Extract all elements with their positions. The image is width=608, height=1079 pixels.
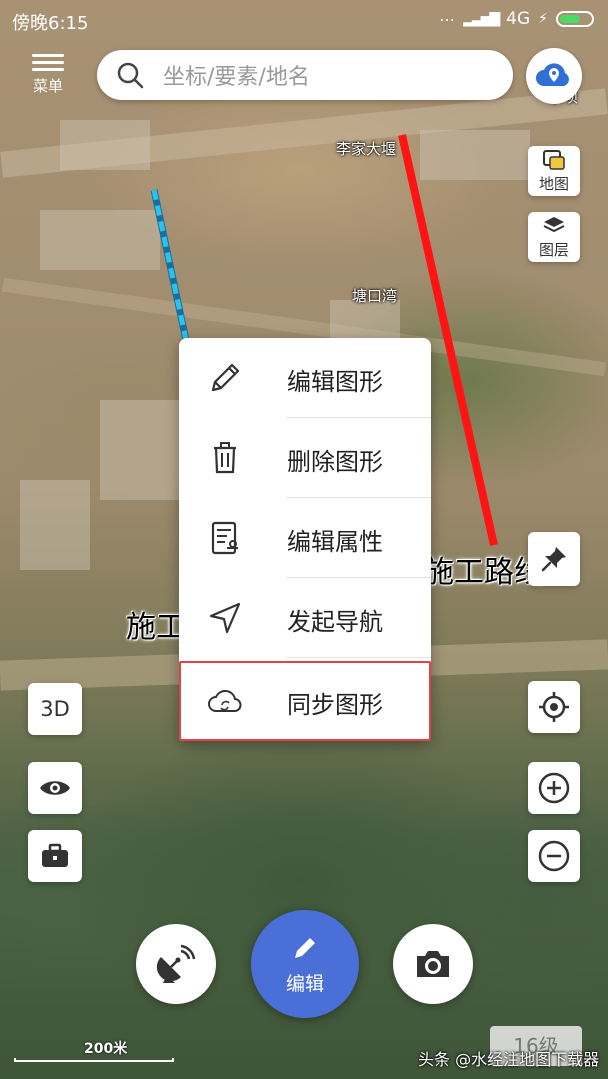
battery-icon (556, 11, 594, 27)
charging-icon: ⚡ (538, 11, 548, 27)
attribute-list-icon (211, 521, 238, 555)
layers-icon (543, 216, 565, 232)
shape-context-menu: 编辑图形 删除图形 编辑属性 发起导航 同步图形 (179, 338, 431, 741)
layers-label: 图层 (538, 240, 569, 259)
cloud-sync-icon (208, 689, 242, 712)
status-time: 傍晚6:15 (12, 13, 89, 34)
divider (286, 657, 431, 658)
menu-button[interactable]: 菜单 (26, 50, 70, 100)
watermark: 头条 @水经注地图下载器 (418, 1050, 600, 1069)
menu-item-label: 编辑属性 (287, 528, 383, 556)
satellite-dish-icon (156, 944, 196, 983)
trash-icon (214, 442, 236, 474)
menu-item-label: 同步图形 (287, 691, 383, 719)
menu-item-start-navigation[interactable]: 发起导航 (179, 578, 431, 658)
pushpin-icon (541, 547, 566, 572)
menu-label: 菜单 (32, 77, 63, 95)
3d-label: 3D (40, 697, 70, 721)
basemap-button[interactable]: 地图 (528, 146, 580, 196)
scale-ruler (14, 1058, 174, 1062)
toolbox-icon (42, 843, 68, 867)
menu-item-label: 发起导航 (287, 608, 383, 636)
status-bar: 傍晚6:15 ⋯ ▂▃▅▇ 4G ⚡ (0, 0, 608, 40)
zoom-in-button[interactable] (528, 762, 580, 814)
crosshair-icon (539, 692, 569, 722)
menu-item-delete-shape[interactable]: 删除图形 (179, 418, 431, 498)
toolbox-button[interactable] (28, 830, 82, 882)
search-input[interactable]: 坐标/要素/地名 (163, 59, 310, 91)
scale-label: 200米 (84, 1041, 128, 1057)
menu-item-label: 编辑图形 (287, 368, 383, 396)
plus-circle-icon (538, 772, 570, 804)
zoom-out-button[interactable] (528, 830, 580, 882)
navigation-arrow-icon (209, 602, 241, 634)
gps-signal-button[interactable] (136, 924, 216, 1004)
cloud-location-button[interactable] (526, 48, 582, 104)
status-icons: ⋯ ▂▃▅▇ 4G ⚡ (439, 9, 594, 29)
scale-bar: 200米 (14, 1038, 176, 1062)
network-type: 4G (506, 9, 531, 29)
visibility-button[interactable] (28, 762, 82, 814)
place-label: 李家大堰 (336, 140, 397, 158)
route-label: 施工路线 (424, 555, 544, 590)
menu-item-edit-shape[interactable]: 编辑图形 (179, 338, 431, 418)
menu-item-label: 删除图形 (287, 448, 383, 476)
edit-button[interactable]: 编辑 (251, 910, 359, 1018)
layers-button[interactable]: 图层 (528, 212, 580, 262)
basemap-label: 地图 (538, 174, 569, 193)
locate-button[interactable] (528, 681, 580, 733)
3d-toggle-button[interactable]: 3D (28, 683, 82, 735)
camera-button[interactable] (393, 924, 473, 1004)
minus-circle-icon (538, 840, 570, 872)
signal-icon: ▂▃▅▇ (463, 11, 500, 27)
menu-item-sync-shape[interactable]: 同步图形 (179, 661, 431, 741)
search-icon (117, 62, 144, 89)
pencil-icon (211, 363, 240, 392)
map-icon (543, 149, 565, 170)
pin-button[interactable] (528, 532, 580, 586)
camera-icon (417, 951, 449, 977)
menu-item-edit-attributes[interactable]: 编辑属性 (179, 498, 431, 578)
hamburger-icon (32, 54, 64, 71)
eye-icon (40, 781, 70, 795)
cloud-location-icon (536, 63, 569, 86)
route-label: 施工 (126, 610, 186, 645)
alarm-icon: ⋯ (439, 9, 456, 29)
edit-label: 编辑 (285, 972, 324, 995)
search-bar[interactable]: 坐标/要素/地名 (97, 50, 513, 100)
place-label: 塘口湾 (352, 287, 398, 305)
pencil-icon (295, 937, 315, 958)
